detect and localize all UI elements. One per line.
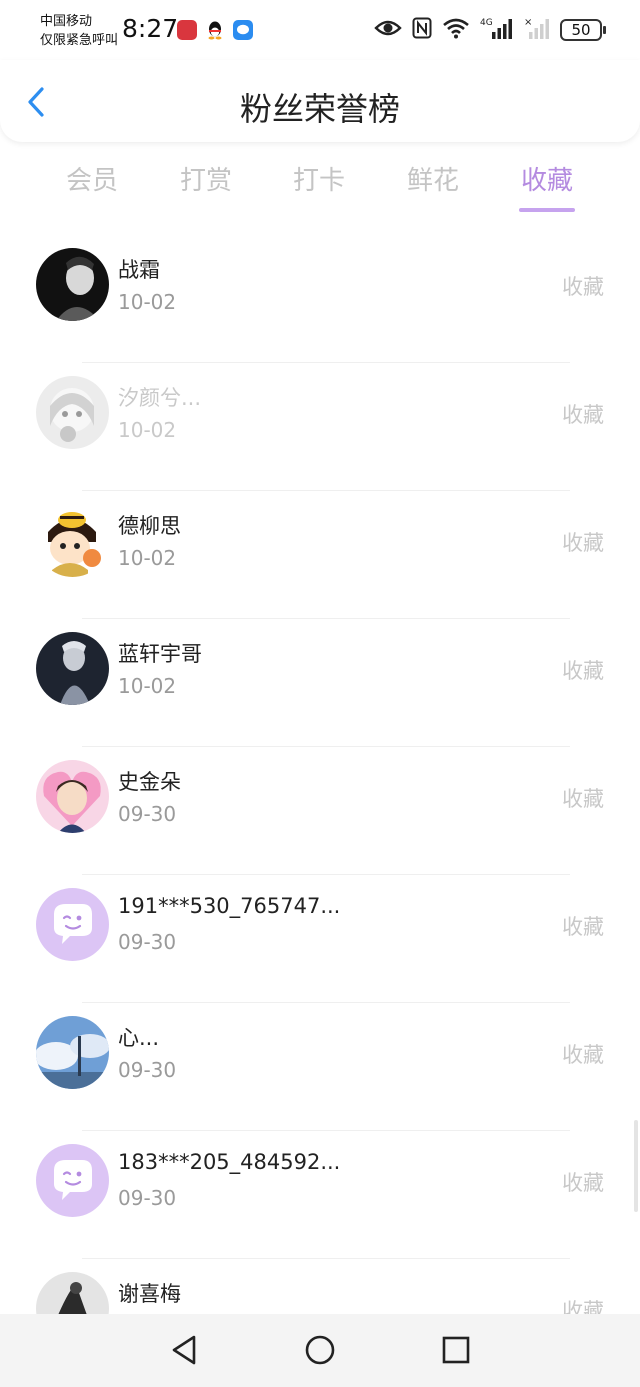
default-chat-avatar-icon [36,888,109,961]
fan-date: 10-02 [118,674,177,698]
avatar[interactable] [36,1272,109,1314]
list-item[interactable]: 德柳思 10-02 收藏 [0,490,640,618]
list-item[interactable]: 谢喜梅 收藏 [0,1258,640,1314]
avatar[interactable] [36,632,109,705]
default-chat-avatar-icon [36,1144,109,1217]
tab-members[interactable]: 会员 [47,160,137,197]
favorite-label: 收藏 [562,1043,604,1067]
list-item[interactable]: 蓝轩宇哥 10-02 收藏 [0,618,640,746]
battery-indicator: 50 [560,19,606,41]
carrier-info: 中国移动 仅限紧急呼叫 [40,12,118,50]
divider [82,1258,570,1259]
network-type-label: 4G [480,18,493,28]
fan-name: 183***205_484592... [118,1150,341,1174]
qq-penguin-icon [205,20,225,40]
favorite-label: 收藏 [562,915,604,939]
page-title: 粉丝荣誉榜 [239,90,400,128]
avatar[interactable] [36,1144,109,1217]
divider [82,874,570,875]
fan-name: 191***530_765747... [118,894,341,918]
carrier-name: 中国移动 [40,14,93,29]
fan-name: 谢喜梅 [118,1282,181,1306]
fan-date: 09-30 [118,1058,177,1082]
favorite-label: 收藏 [562,659,604,683]
list-item[interactable]: 史金朵 09-30 收藏 [0,746,640,874]
divider [82,1002,570,1003]
divider [82,362,570,363]
home-circle-icon [305,1335,335,1365]
avatar[interactable] [36,760,109,833]
fan-name: 汐颜兮... [118,386,202,410]
emergency-only-label: 仅限紧急呼叫 [40,33,119,48]
divider [82,746,570,747]
status-indicators: 4G × 50 [374,16,606,44]
fan-date: 09-30 [118,930,177,954]
avatar[interactable] [36,248,109,321]
list-item[interactable]: 191***530_765747... 09-30 收藏 [0,874,640,1002]
eye-comfort-icon [374,19,402,41]
nav-home-button[interactable] [300,1332,340,1368]
favorite-label: 收藏 [562,787,604,811]
divider [82,490,570,491]
fan-date: 10-02 [118,290,177,314]
list-scrollbar[interactable] [634,1120,638,1212]
fan-name: 心... [118,1026,160,1050]
svg-text:×: × [524,17,532,28]
tab-flowers[interactable]: 鲜花 [388,160,478,197]
fan-name: 蓝轩宇哥 [118,642,202,666]
fan-name: 史金朵 [118,770,181,794]
cellular-signal-icon: 4G [480,16,514,44]
favorite-label: 收藏 [562,531,604,555]
system-nav-bar [0,1314,640,1387]
no-signal-icon: × [524,16,550,44]
list-item[interactable]: 汐颜兮... 10-02 收藏 [0,362,640,490]
fan-date: 09-30 [118,1186,177,1210]
favorite-label: 收藏 [562,1299,604,1314]
message-app-icon [233,20,253,40]
recents-square-icon [442,1336,470,1364]
fan-date: 09-30 [118,802,177,826]
nfc-icon [412,17,432,43]
status-bar: 中国移动 仅限紧急呼叫 8:27 4G × 50 [0,0,640,60]
list-item[interactable]: 心... 09-30 收藏 [0,1002,640,1130]
nav-back-button[interactable] [164,1332,204,1368]
tab-checkin[interactable]: 打卡 [274,160,364,197]
avatar[interactable] [36,1016,109,1089]
fan-date: 10-02 [118,418,177,442]
divider [82,1130,570,1131]
fan-date: 10-02 [118,546,177,570]
favorite-label: 收藏 [562,1171,604,1195]
nav-recents-button[interactable] [436,1332,476,1368]
favorite-label: 收藏 [562,403,604,427]
avatar[interactable] [36,376,109,449]
fan-name: 德柳思 [118,514,181,538]
list-item[interactable]: 战霜 10-02 收藏 [0,234,640,362]
favorite-label: 收藏 [562,275,604,299]
avatar[interactable] [36,888,109,961]
divider [82,618,570,619]
back-triangle-icon [172,1335,196,1365]
avatar[interactable] [36,504,109,577]
fan-name: 战霜 [118,258,160,282]
fan-list[interactable]: 战霜 10-02 收藏 汐颜兮... 10-02 收藏 德柳思 10-02 收藏… [0,234,640,1314]
huawei-app-icon [177,20,197,40]
status-time: 8:27 [122,14,179,43]
list-item[interactable]: 183***205_484592... 09-30 收藏 [0,1130,640,1258]
tab-favorites[interactable]: 收藏 [502,160,592,197]
active-tab-indicator [519,208,575,212]
app-header: 粉丝荣誉榜 [0,60,640,142]
wifi-icon [442,17,470,43]
tab-rewards[interactable]: 打赏 [161,160,251,197]
